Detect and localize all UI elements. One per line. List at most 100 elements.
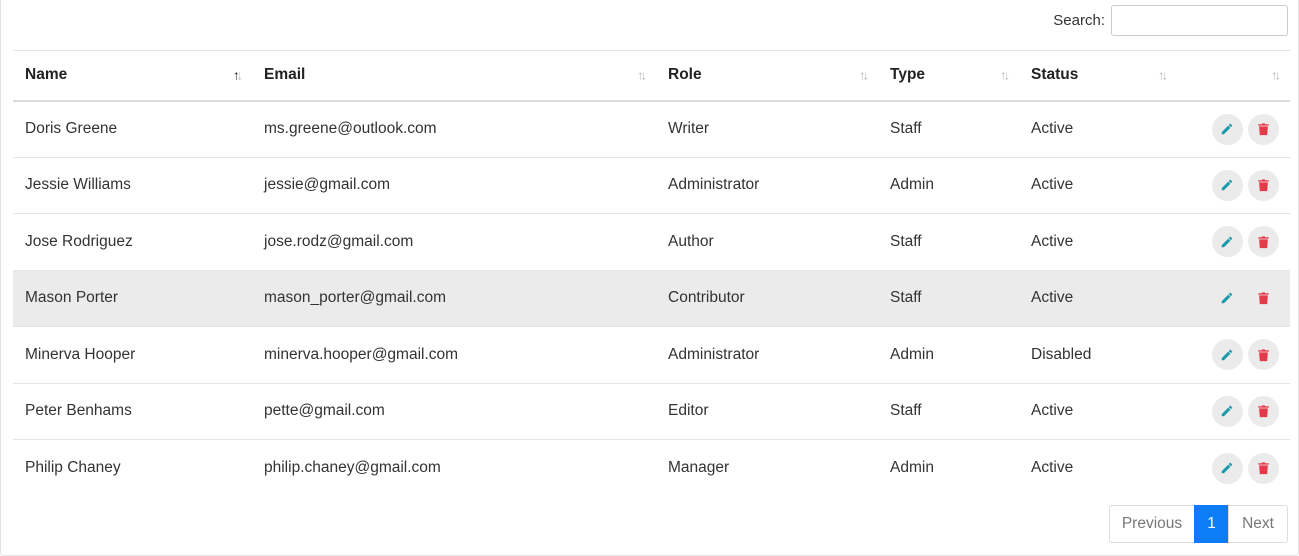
- row-actions: [1177, 440, 1290, 497]
- row-actions: [1177, 157, 1290, 214]
- trash-icon: [1258, 179, 1269, 192]
- column-header-role[interactable]: Role ↑↓: [656, 51, 878, 101]
- pencil-icon: [1221, 349, 1233, 360]
- pagination: Previous 1 Next: [1109, 505, 1288, 543]
- row-actions: [1177, 270, 1290, 327]
- column-header-type[interactable]: Type ↑↓: [878, 51, 1019, 101]
- pencil-icon: [1221, 405, 1233, 417]
- table-row[interactable]: Jessie Williams jessie@gmail.com Administr…: [13, 157, 1290, 214]
- cell-name: Jessie Williams: [25, 176, 131, 194]
- edit-button[interactable]: [1211, 169, 1243, 201]
- cell-email: ms.greene@outlook.com: [264, 120, 437, 137]
- sort-icon[interactable]: ↑↓: [859, 68, 869, 83]
- row-actions: [1177, 327, 1290, 384]
- pencil-icon: [1221, 179, 1233, 191]
- page-1-button[interactable]: 1: [1194, 505, 1229, 543]
- delete-button[interactable]: [1248, 452, 1279, 484]
- pencil-icon: [1221, 292, 1233, 304]
- edit-button[interactable]: [1211, 339, 1243, 371]
- sort-icon[interactable]: ↑↓: [637, 68, 647, 83]
- cell-email: mason_porter@gmail.com: [264, 289, 446, 307]
- cell-status: Active: [1031, 289, 1074, 307]
- cell-name: Mason Porter: [25, 289, 119, 307]
- cell-status: Disabled: [1031, 345, 1092, 363]
- users-table: Name ↑↓ Email ↑↓ Role ↑↓ Type ↑↓ Status: [13, 50, 1290, 496]
- row-actions: [1177, 383, 1290, 440]
- cell-name: Philip Chaney: [25, 459, 121, 476]
- cell-type: Staff: [890, 232, 922, 250]
- pencil-icon: [1221, 123, 1233, 135]
- trash-icon: [1258, 349, 1269, 361]
- delete-button[interactable]: [1248, 283, 1279, 314]
- cell-role: Author: [668, 232, 714, 250]
- edit-button[interactable]: [1212, 283, 1243, 314]
- table-body: Doris Greene ms.greene@outlook.com Writer S…: [13, 101, 1290, 497]
- sort-asc-icon[interactable]: ↑↓: [233, 68, 243, 83]
- cell-status: Active: [1031, 176, 1074, 194]
- edit-button[interactable]: [1211, 452, 1243, 484]
- cell-name: Minerva Hooper: [25, 345, 136, 363]
- trash-icon: [1258, 123, 1269, 136]
- cell-email: pette@gmail.com: [264, 402, 385, 420]
- column-header-name[interactable]: Name ↑↓: [13, 51, 252, 101]
- cell-status: Active: [1031, 402, 1074, 420]
- cell-type: Staff: [890, 289, 922, 307]
- delete-button[interactable]: [1248, 395, 1279, 427]
- cell-type: Admin: [890, 459, 934, 476]
- row-actions: [1177, 101, 1290, 158]
- delete-button[interactable]: [1248, 226, 1279, 258]
- edit-button[interactable]: [1211, 226, 1243, 258]
- cell-status: Active: [1031, 120, 1074, 137]
- cell-role: Contributor: [668, 289, 745, 307]
- cell-role: Writer: [668, 120, 710, 137]
- column-header-actions[interactable]: ↑↓: [1177, 51, 1290, 101]
- sort-icon[interactable]: ↑↓: [1000, 68, 1010, 83]
- cell-name: Doris Greene: [25, 120, 118, 137]
- search-input[interactable]: [1111, 5, 1288, 36]
- table-row[interactable]: Minerva Hooper minerva.hooper@gmail.com Ad…: [13, 327, 1290, 384]
- cell-email: philip.chaney@gmail.com: [264, 459, 441, 476]
- cell-type: Admin: [890, 345, 934, 363]
- cell-role: Administrator: [668, 345, 760, 363]
- column-header-email[interactable]: Email ↑↓: [252, 51, 656, 101]
- cell-type: Staff: [890, 402, 922, 420]
- sort-icon[interactable]: ↑↓: [1158, 68, 1168, 83]
- cell-email: jose.rodz@gmail.com: [264, 232, 414, 250]
- table-header-row: Name ↑↓ Email ↑↓ Role ↑↓ Type ↑↓ Status: [13, 50, 1290, 101]
- delete-button[interactable]: [1248, 339, 1279, 371]
- row-actions: [1177, 214, 1290, 271]
- cell-status: Active: [1031, 232, 1074, 250]
- table-row[interactable]: Mason Porter mason_porter@gmail.com Contri…: [13, 270, 1290, 327]
- search-label: Search:: [1053, 12, 1105, 29]
- column-header-status[interactable]: Status ↑↓: [1019, 51, 1177, 101]
- cell-name: Jose Rodriguez: [25, 232, 133, 250]
- previous-page-button[interactable]: Previous: [1109, 505, 1195, 543]
- sort-icon[interactable]: ↑↓: [1271, 68, 1281, 83]
- cell-name: Peter Benhams: [25, 402, 132, 420]
- trash-icon: [1258, 462, 1269, 475]
- edit-button[interactable]: [1211, 113, 1243, 145]
- delete-button[interactable]: [1248, 113, 1279, 145]
- cell-email: jessie@gmail.com: [264, 176, 390, 194]
- trash-icon: [1258, 405, 1269, 418]
- edit-button[interactable]: [1211, 395, 1243, 427]
- cell-type: Staff: [890, 120, 922, 137]
- table-row[interactable]: Peter Benhams pette@gmail.com Editor Staff A…: [13, 383, 1290, 440]
- pencil-icon: [1221, 236, 1233, 247]
- cell-role: Manager: [668, 459, 730, 476]
- cell-status: Active: [1031, 459, 1074, 476]
- delete-button[interactable]: [1248, 169, 1279, 201]
- trash-icon: [1258, 292, 1269, 305]
- next-page-button[interactable]: Next: [1228, 505, 1288, 543]
- table-row[interactable]: Jose Rodriguez jose.rodz@gmail.com Author S…: [13, 214, 1290, 271]
- cell-email: minerva.hooper@gmail.com: [264, 345, 459, 363]
- table-row[interactable]: Philip Chaney philip.chaney@gmail.com Mana…: [13, 440, 1290, 497]
- cell-role: Administrator: [668, 176, 760, 194]
- trash-icon: [1258, 236, 1269, 248]
- cell-role: Editor: [668, 402, 709, 420]
- table-row[interactable]: Doris Greene ms.greene@outlook.com Writer S…: [13, 101, 1290, 158]
- pencil-icon: [1221, 462, 1233, 474]
- users-table-card: Search: Name ↑↓ Email ↑↓ Role ↑↓ Type ↑↓…: [0, 0, 1299, 556]
- search-area: Search:: [1053, 5, 1288, 36]
- cell-type: Admin: [890, 176, 934, 194]
